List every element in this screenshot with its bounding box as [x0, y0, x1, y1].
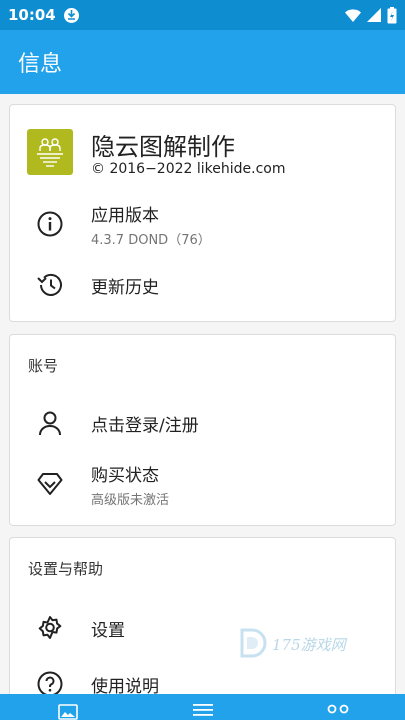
info-icon — [36, 210, 64, 238]
history-label: 更新历史 — [91, 277, 159, 298]
wifi-icon — [345, 8, 361, 22]
menu-icon — [192, 704, 213, 716]
nav-tab-images[interactable] — [0, 694, 135, 720]
status-bar: 10:04 — [0, 0, 405, 30]
purchase-label: 购买状态 — [91, 465, 159, 486]
battery-icon — [387, 6, 397, 23]
purchase-status: 高级版未激活 — [91, 492, 170, 508]
watermark-logo — [240, 628, 267, 658]
manual-label: 使用说明 — [91, 676, 159, 697]
settings-label: 设置 — [91, 620, 125, 641]
account-card: 账号 点击登录/注册 购买状态 高级版未激活 — [9, 334, 396, 526]
watermark: 175游戏网 — [238, 624, 362, 664]
app-name: 隐云图解制作 — [91, 133, 235, 161]
copyright-text: © 2016−2022 likehide.com — [91, 161, 286, 177]
person-icon — [36, 409, 64, 437]
update-history-item[interactable]: 更新历史 — [10, 262, 395, 308]
help-section-title: 设置与帮助 — [28, 560, 104, 578]
more-icon — [327, 704, 348, 714]
app-info-card: 隐云图解制作 © 2016−2022 likehide.com 应用版本 4.3… — [9, 104, 396, 322]
account-section-title: 账号 — [28, 357, 59, 375]
nav-tab-menu[interactable] — [135, 694, 270, 718]
version-value: 4.3.7 DOND（76） — [91, 232, 211, 248]
image-icon — [57, 704, 78, 720]
version-label: 应用版本 — [91, 205, 159, 226]
status-time: 10:04 — [8, 6, 56, 24]
bottom-nav — [0, 694, 405, 720]
watermark-text: 175游戏网 — [272, 635, 346, 654]
app-logo — [27, 129, 73, 175]
page-title: 信息 — [18, 52, 63, 77]
app-version-item[interactable]: 应用版本 4.3.7 DOND（76） — [10, 199, 395, 249]
download-icon — [63, 7, 79, 23]
login-item[interactable]: 点击登录/注册 — [10, 401, 395, 445]
history-icon — [36, 271, 64, 299]
app-bar: 信息 — [0, 30, 405, 94]
signal-icon — [367, 8, 381, 22]
gear-icon — [36, 614, 64, 642]
login-label: 点击登录/注册 — [91, 415, 199, 436]
diamond-icon — [36, 470, 64, 498]
nav-tab-more[interactable] — [270, 694, 405, 714]
purchase-status-item[interactable]: 购买状态 高级版未激活 — [10, 459, 395, 509]
